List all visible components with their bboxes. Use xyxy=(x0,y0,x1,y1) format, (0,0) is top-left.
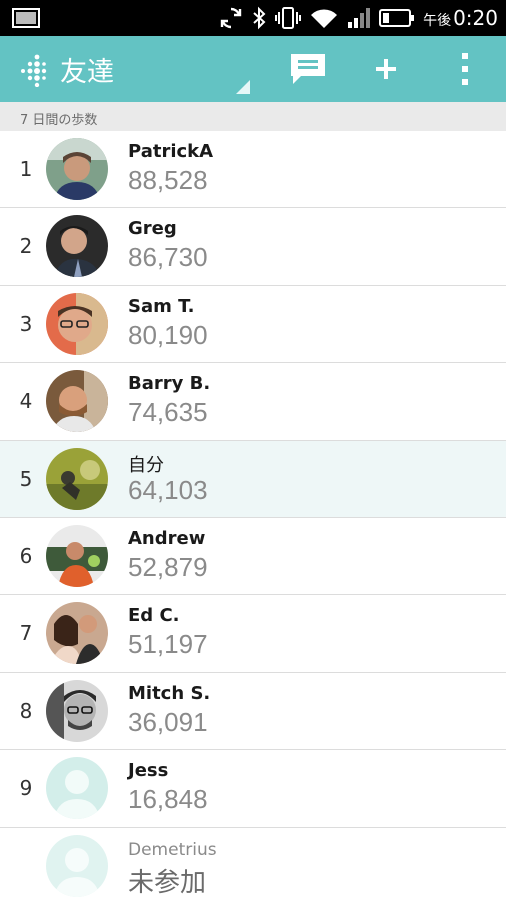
rank: 6 xyxy=(19,543,33,568)
friend-name: Ed C. xyxy=(128,605,180,627)
step-count: 64,103 xyxy=(128,474,208,505)
avatar[interactable] xyxy=(46,370,108,433)
overflow-menu-button[interactable] xyxy=(440,36,490,102)
rank: 4 xyxy=(19,389,33,414)
rank: 5 xyxy=(19,466,33,491)
friend-name: Mitch S. xyxy=(128,682,211,704)
leaderboard-row[interactable]: 3 Sam T. 80,190 xyxy=(0,285,506,364)
avatar[interactable] xyxy=(46,215,108,278)
step-count: 86,730 xyxy=(128,242,208,273)
friend-name: Barry B. xyxy=(128,373,211,395)
step-count: 74,635 xyxy=(128,397,208,428)
avatar[interactable] xyxy=(46,524,108,587)
friend-name: Greg xyxy=(128,218,177,240)
rank: 7 xyxy=(19,621,33,646)
avatar[interactable] xyxy=(46,679,108,742)
clock-time: 0:20 xyxy=(453,6,498,30)
pending-status: 未参加 xyxy=(128,866,207,897)
leaderboard-row[interactable]: 2 Greg 86,730 xyxy=(0,208,506,286)
leaderboard-row[interactable]: 4 Barry B. 74,635 xyxy=(0,363,506,441)
avatar[interactable] xyxy=(46,292,108,355)
bluetooth-icon xyxy=(253,6,266,30)
clock: 午後 0:20 xyxy=(423,6,498,30)
rank: 2 xyxy=(19,234,33,259)
status-bar: 午後 0:20 xyxy=(0,0,506,36)
leaderboard-row[interactable]: 8 Mitch S. 36,091 xyxy=(0,672,506,751)
overflow-menu-icon xyxy=(462,53,468,85)
status-icons: 午後 0:20 xyxy=(219,4,498,32)
avatar[interactable] xyxy=(46,138,108,200)
wifi-icon xyxy=(311,9,338,28)
step-count: 80,190 xyxy=(128,319,208,350)
dropdown-triangle-icon[interactable] xyxy=(236,80,250,94)
section-header-label: 7 日間の歩数 xyxy=(20,113,98,128)
leaderboard-row-self[interactable]: 5 自分 64,103 xyxy=(0,440,506,518)
leaderboard-row[interactable]: 6 Andrew 52,879 xyxy=(0,517,506,596)
rank: 9 xyxy=(19,776,33,801)
vibrate-icon xyxy=(275,7,302,29)
action-bar: 友達 xyxy=(0,36,506,102)
gallery-notification-icon xyxy=(12,8,40,28)
add-friend-button[interactable] xyxy=(360,36,412,102)
avatar[interactable] xyxy=(46,602,108,665)
leaderboard-row[interactable]: 1 PatrickA 88,528 xyxy=(0,131,506,209)
rank: 3 xyxy=(19,311,33,336)
step-count: 52,879 xyxy=(128,551,208,582)
avatar[interactable] xyxy=(46,834,108,897)
clock-ampm: 午後 xyxy=(423,13,452,29)
step-count: 36,091 xyxy=(128,706,208,737)
friend-name: Sam T. xyxy=(128,295,195,317)
step-count: 88,528 xyxy=(128,165,208,195)
friend-name: Jess xyxy=(128,760,169,782)
friend-name: PatrickA xyxy=(128,141,214,162)
page-title[interactable]: 友達 xyxy=(60,50,114,89)
avatar[interactable] xyxy=(46,447,108,510)
leaderboard-list[interactable]: 1 PatrickA 88,528 2 Greg 86,730 3 Sam T.… xyxy=(0,131,506,900)
signal-icon xyxy=(348,8,371,28)
section-header: 7 日間の歩数 xyxy=(0,102,506,131)
avatar[interactable] xyxy=(46,757,108,820)
leaderboard-row[interactable]: 7 Ed C. 51,197 xyxy=(0,595,506,673)
friend-name: Demetrius xyxy=(128,839,217,860)
battery-icon xyxy=(379,9,415,27)
add-icon xyxy=(376,59,396,79)
fitbit-logo-icon[interactable] xyxy=(16,53,50,87)
message-icon xyxy=(291,54,325,84)
rank: 8 xyxy=(19,698,33,723)
leaderboard-row[interactable]: 9 Jess 16,848 xyxy=(0,750,506,828)
message-button[interactable] xyxy=(282,36,334,102)
sync-icon xyxy=(220,7,242,29)
rank: 1 xyxy=(19,157,33,181)
friend-name: 自分 xyxy=(128,454,164,476)
leaderboard-row-pending[interactable]: Demetrius 未参加 xyxy=(0,827,506,900)
friend-name: Andrew xyxy=(128,527,206,549)
step-count: 16,848 xyxy=(128,784,208,815)
step-count: 51,197 xyxy=(128,629,208,660)
